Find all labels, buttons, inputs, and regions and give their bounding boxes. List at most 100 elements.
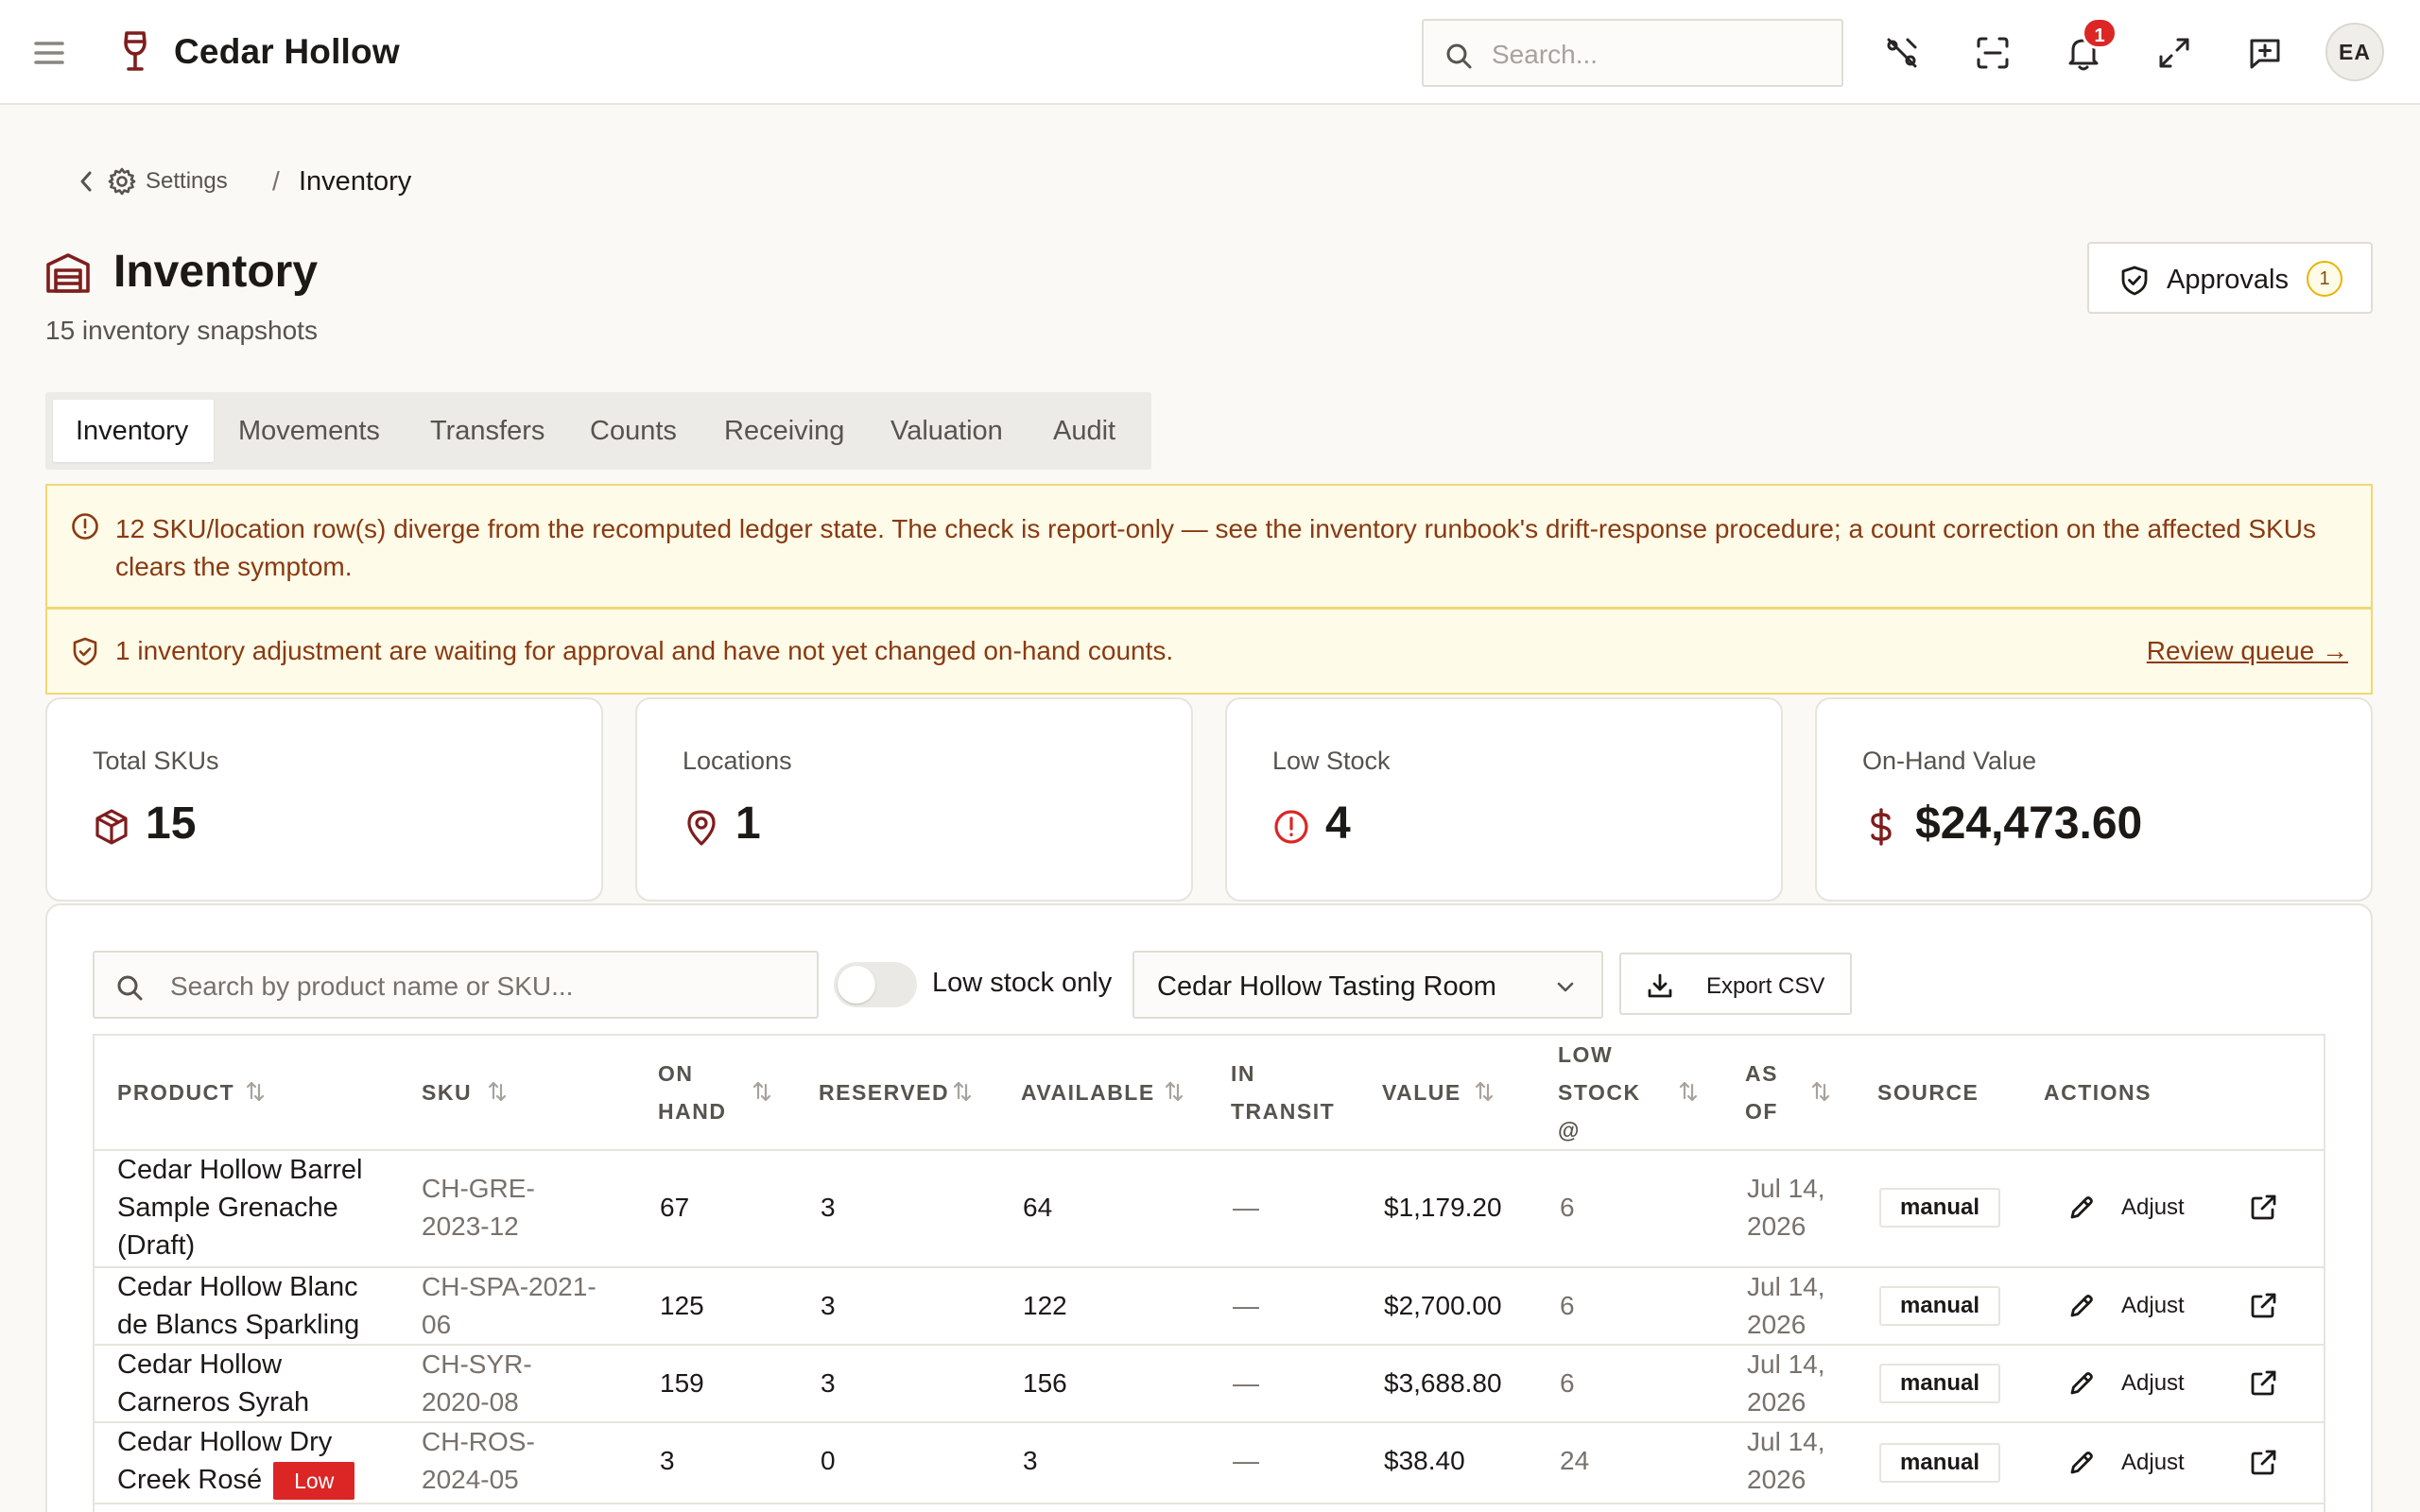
column-header-source: SOURCE [1877, 1080, 1979, 1105]
column-header-value[interactable]: VALUE [1382, 1074, 1461, 1111]
approvals-button[interactable]: Approvals 1 [2087, 242, 2373, 314]
as-of-cell: Jul 14, 2026 [1747, 1268, 1825, 1344]
product-name[interactable]: Cedar Hollow Blanc de Blancs Sparkling [117, 1268, 359, 1344]
table-row[interactable]: Cedar Hollow Blanc de Blancs Sparkling CH… [95, 1266, 2324, 1344]
external-link-icon[interactable] [2248, 1291, 2278, 1321]
stat-card-locations: Locations 1 [635, 697, 1193, 902]
table-row[interactable]: Cedar Hollow Barrel Sample Grenache (Draft… [95, 1149, 2324, 1266]
table-row[interactable]: Cedar Hollow Dry Creek Rosé Low CH-ROS- 202… [95, 1421, 2324, 1503]
user-avatar[interactable]: EA [2325, 23, 2384, 81]
stat-label: On-Hand Value [1862, 747, 2037, 775]
column-header-low-stock-line1: LOW [1558, 1042, 1614, 1067]
column-header-sku[interactable]: SKU [422, 1074, 472, 1111]
pencil-icon[interactable] [2066, 1193, 2097, 1223]
tab-counts[interactable]: Counts [590, 400, 677, 462]
column-header-in-transit-line2: TRANSIT [1231, 1099, 1336, 1124]
column-header-low-stock[interactable]: LOW STOCK @ [1558, 1036, 1641, 1149]
adjust-button[interactable]: Adjust [2121, 1370, 2185, 1397]
as-of-cell: Jul 14, 2026 [1747, 1170, 1825, 1246]
stat-card-total-skus: Total SKUs 15 [45, 697, 603, 902]
scan-icon[interactable] [1972, 32, 2014, 74]
available-cell: 3 [1023, 1446, 1038, 1475]
table-row [95, 1503, 2324, 1512]
percent-icon[interactable] [1881, 32, 1923, 74]
reserved-cell: 3 [821, 1291, 836, 1320]
app-title[interactable]: Cedar Hollow [174, 32, 400, 72]
sort-icon[interactable] [751, 1079, 773, 1104]
pencil-icon[interactable] [2066, 1291, 2097, 1321]
pencil-icon[interactable] [2066, 1368, 2097, 1399]
sort-icon[interactable] [1809, 1079, 1832, 1104]
column-header-in-transit[interactable]: IN TRANSIT [1231, 1055, 1335, 1130]
column-header-on-hand[interactable]: ON HAND [658, 1055, 726, 1130]
low-stock-toggle[interactable] [834, 962, 917, 1007]
reserved-cell: 3 [821, 1193, 836, 1222]
approvals-count-badge: 1 [2307, 261, 2342, 297]
stat-label: Locations [683, 747, 792, 775]
expand-icon[interactable] [2153, 32, 2195, 74]
notification-badge: 1 [2082, 17, 2118, 49]
global-search-input[interactable]: Search... [1422, 19, 1843, 87]
breadcrumb-settings-link[interactable]: Settings [146, 168, 228, 195]
product-search-input[interactable]: Search by product name or SKU... [93, 951, 819, 1019]
adjust-button[interactable]: Adjust [2121, 1194, 2185, 1221]
page-subtitle: 15 inventory snapshots [45, 316, 318, 345]
column-header-reserved[interactable]: RESERVED [819, 1074, 949, 1111]
tab-audit[interactable]: Audit [1053, 400, 1115, 462]
tab-valuation[interactable]: Valuation [890, 400, 1003, 462]
product-name[interactable]: Cedar Hollow Dry Creek Rosé Low [117, 1423, 355, 1501]
pencil-icon[interactable] [2066, 1448, 2097, 1478]
map-pin-icon [683, 807, 720, 847]
tab-inventory[interactable]: Inventory [53, 400, 214, 462]
in-transit-cell: — [1233, 1368, 1259, 1398]
stat-card-low-stock: Low Stock 4 [1225, 697, 1783, 902]
table-row[interactable]: Cedar Hollow Carneros Syrah CH-SYR- 2020-0… [95, 1344, 2324, 1421]
wine-glass-logo-icon[interactable] [119, 30, 151, 74]
as-of-line: 2026 [1747, 1211, 1806, 1241]
chevron-down-icon [1554, 975, 1577, 998]
chevron-left-icon[interactable] [76, 168, 96, 195]
export-csv-label: Export CSV [1706, 973, 1825, 999]
feedback-icon[interactable] [2244, 32, 2286, 74]
shield-check-icon [70, 636, 100, 668]
download-icon [1646, 971, 1674, 1000]
sort-icon[interactable] [244, 1079, 267, 1104]
low-stock-at-cell: 6 [1560, 1368, 1575, 1398]
sku-line: CH-SPA-2021- [422, 1272, 596, 1301]
product-search-placeholder: Search by product name or SKU... [170, 971, 574, 1001]
breadcrumb-current: Inventory [299, 166, 412, 197]
column-header-product[interactable]: PRODUCT [117, 1074, 234, 1111]
location-select[interactable]: Cedar Hollow Tasting Room [1132, 951, 1603, 1019]
external-link-icon[interactable] [2248, 1368, 2278, 1399]
stat-value: 15 [146, 799, 197, 849]
low-stock-toggle-label[interactable]: Low stock only [932, 968, 1112, 999]
sort-icon[interactable] [486, 1079, 509, 1104]
source-badge: manual [1879, 1364, 2001, 1403]
stat-label: Low Stock [1272, 747, 1391, 775]
sort-icon[interactable] [1677, 1079, 1700, 1104]
adjust-button[interactable]: Adjust [2121, 1450, 2185, 1476]
source-badge: manual [1879, 1286, 2001, 1326]
column-header-available[interactable]: AVAILABLE [1021, 1074, 1155, 1111]
review-queue-link[interactable]: Review queue → [2147, 636, 2348, 666]
approvals-label: Approvals [2167, 265, 2289, 295]
adjust-button[interactable]: Adjust [2121, 1293, 2185, 1319]
tab-receiving[interactable]: Receiving [724, 400, 844, 462]
product-name[interactable]: Cedar Hollow Carneros Syrah [117, 1346, 309, 1421]
menu-icon[interactable] [30, 36, 68, 70]
external-link-icon[interactable] [2248, 1193, 2278, 1223]
external-link-icon[interactable] [2248, 1448, 2278, 1478]
column-header-as-of[interactable]: AS OF [1745, 1055, 1778, 1130]
source-badge: manual [1879, 1443, 2001, 1483]
export-csv-button[interactable]: Export CSV [1619, 953, 1852, 1015]
sort-icon[interactable] [1163, 1079, 1185, 1104]
tab-transfers[interactable]: Transfers [430, 400, 544, 462]
as-of-line: 2026 [1747, 1465, 1806, 1494]
product-name[interactable]: Cedar Hollow Barrel Sample Grenache (Draft… [117, 1151, 363, 1264]
sort-icon[interactable] [1473, 1079, 1495, 1104]
search-icon [115, 973, 144, 1002]
sort-icon[interactable] [951, 1079, 974, 1104]
drift-warning-text: 12 SKU/location row(s) diverge from the … [115, 514, 2316, 581]
tab-movements[interactable]: Movements [238, 400, 380, 462]
as-of-line: Jul 14, [1747, 1174, 1825, 1203]
